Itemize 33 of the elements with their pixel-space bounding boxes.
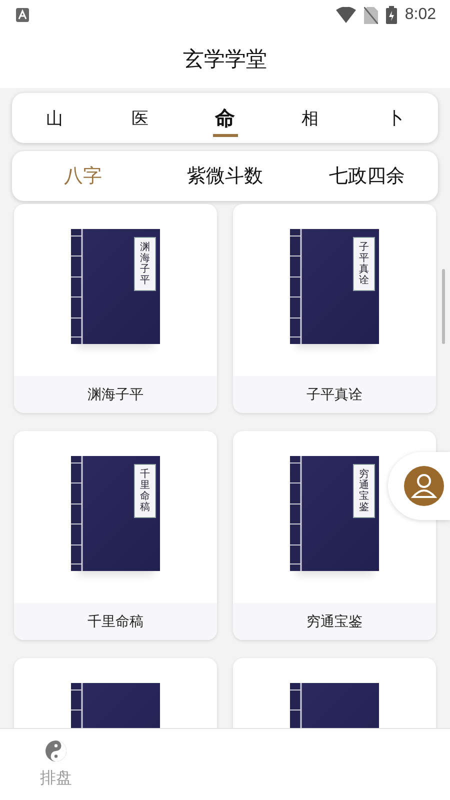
cover-title: 渊海子平 [135, 238, 155, 290]
book-title: 千里命稿 [88, 612, 144, 630]
category-tab[interactable]: 命 [182, 93, 268, 143]
book-title: 子平真诠 [306, 386, 362, 404]
cover-title: 穷通宝鉴 [354, 465, 374, 517]
category-tab[interactable]: 山 [12, 93, 98, 143]
clock-time: 8:02 [404, 6, 436, 24]
book-card[interactable]: 穷通宝鉴 穷通宝鉴 [233, 431, 436, 640]
subcategory-tab[interactable]: 七政四余 [296, 151, 438, 201]
cover-title: 千里命稿 [135, 465, 155, 517]
app-notification-icon [16, 8, 29, 22]
user-avatar-icon [404, 466, 444, 506]
book-card[interactable]: 渊海子平 渊海子平 [14, 204, 217, 413]
tab-underline [212, 134, 238, 137]
yin-yang-icon [45, 740, 67, 762]
page-title: 玄学学堂 [183, 46, 267, 73]
category-tab[interactable]: 卜 [352, 93, 438, 143]
cover-title: 子平真诠 [354, 238, 374, 290]
book-title: 渊海子平 [88, 386, 144, 404]
binding-icon [71, 456, 83, 571]
book-card[interactable]: 子平真诠 子平真诠 [233, 204, 436, 413]
book-title: 穷通宝鉴 [306, 612, 362, 630]
subcategory-tab[interactable]: 紫微斗数 [154, 151, 296, 201]
no-sim-icon [364, 6, 378, 24]
category-tab[interactable]: 医 [97, 93, 182, 143]
battery-icon [386, 6, 397, 24]
binding-icon [290, 456, 302, 571]
binding-icon [290, 229, 302, 344]
subcategory-tab[interactable]: 八字 [12, 151, 154, 201]
category-tab[interactable]: 相 [268, 93, 353, 143]
wifi-icon [336, 7, 356, 23]
binding-icon [71, 229, 83, 344]
book-card[interactable]: 千里命稿 千里命稿 [14, 431, 217, 640]
